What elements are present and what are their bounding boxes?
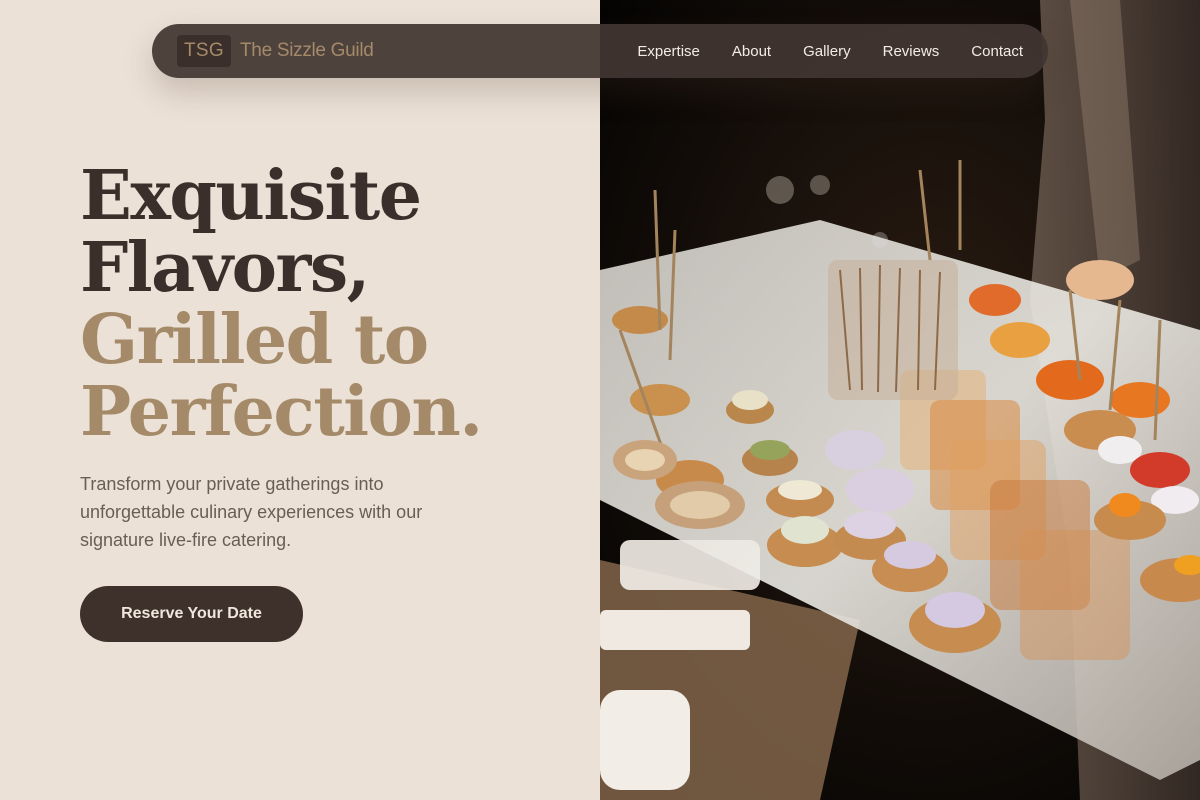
hero-title: Exquisite Flavors, Grilled to Perfection… <box>80 160 580 448</box>
nav-link-about[interactable]: About <box>732 43 771 60</box>
hero-title-line-3: Grilled to <box>80 300 429 380</box>
logo-mark: TSG <box>177 35 231 67</box>
hero-food-photo <box>600 0 1200 800</box>
top-navbar: TSG The Sizzle Guild Expertise About Gal… <box>152 24 1048 78</box>
brand-name: The Sizzle Guild <box>240 40 374 61</box>
hero-subtitle: Transform your private gatherings into u… <box>80 474 423 550</box>
nav-links: Expertise About Gallery Reviews Contact <box>637 43 1023 60</box>
reserve-date-button[interactable]: Reserve Your Date <box>80 586 303 642</box>
nav-link-gallery[interactable]: Gallery <box>803 43 851 60</box>
brand-logo[interactable]: TSG The Sizzle Guild <box>177 35 374 67</box>
hero-title-line-2: Flavors, <box>80 228 370 308</box>
nav-link-reviews[interactable]: Reviews <box>883 43 940 60</box>
nav-link-expertise[interactable]: Expertise <box>637 43 700 60</box>
hero-title-line-4: Perfection. <box>80 372 483 452</box>
nav-link-contact[interactable]: Contact <box>971 43 1023 60</box>
hero-title-line-1: Exquisite <box>80 156 422 236</box>
